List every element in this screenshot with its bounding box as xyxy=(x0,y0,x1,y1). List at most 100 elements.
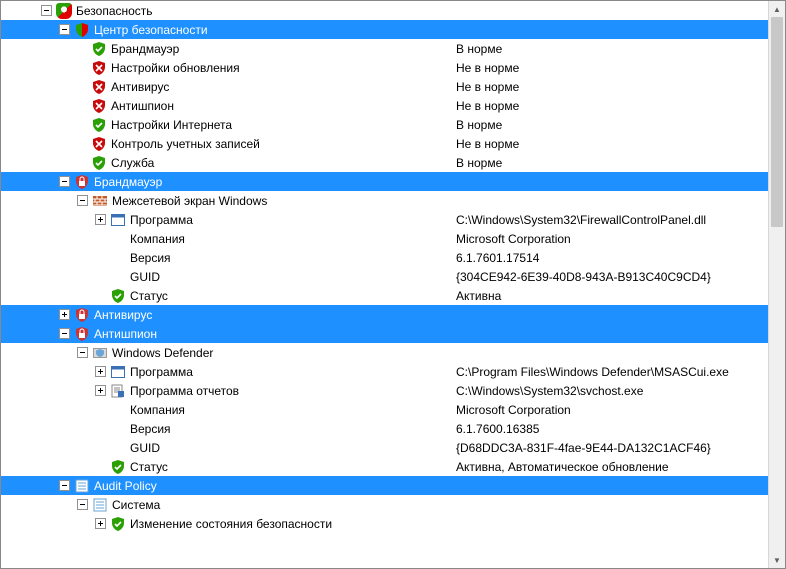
collapse-icon[interactable] xyxy=(59,24,70,35)
shield-red-icon xyxy=(91,79,107,95)
audit-system-row[interactable]: Система xyxy=(1,495,768,514)
audit-policy-header[interactable]: Audit Policy xyxy=(1,476,768,495)
shield-lock-icon xyxy=(74,174,90,190)
item-value: Не в норме xyxy=(456,137,523,151)
report-icon xyxy=(110,383,126,399)
shield-lock-icon xyxy=(74,307,90,323)
property-value: {304CE942-6E39-40D8-943A-B913C40C9CD4} xyxy=(456,270,715,284)
property-row[interactable]: Статус Активна, Автоматическое обновление xyxy=(1,457,768,476)
property-label: Статус xyxy=(130,289,172,303)
antispy-provider-row[interactable]: Windows Defender xyxy=(1,343,768,362)
property-label: Версия xyxy=(130,251,175,265)
antivirus-header[interactable]: Антивирус xyxy=(1,305,768,324)
shield-red-icon xyxy=(91,136,107,152)
collapse-icon[interactable] xyxy=(59,176,70,187)
security-center-header[interactable]: Центр безопасности xyxy=(1,20,768,39)
expand-icon[interactable] xyxy=(95,385,106,396)
property-label: Компания xyxy=(130,403,189,417)
property-row[interactable]: GUID {304CE942-6E39-40D8-943A-B913C40C9CD… xyxy=(1,267,768,286)
item-value: Не в норме xyxy=(456,61,523,75)
property-label: GUID xyxy=(130,270,164,284)
shield-green-icon xyxy=(110,288,126,304)
item-value: В норме xyxy=(456,118,506,132)
security-center-item[interactable]: Настройки обновленияНе в норме xyxy=(1,58,768,77)
property-label: Программа xyxy=(130,213,197,227)
firewall-provider-row[interactable]: Межсетевой экран Windows xyxy=(1,191,768,210)
item-label: Служба xyxy=(111,156,158,170)
collapse-icon[interactable] xyxy=(77,499,88,510)
collapse-icon[interactable] xyxy=(59,480,70,491)
audit-system-item-label: Изменение состояния безопасности xyxy=(130,517,336,531)
shield-red-icon xyxy=(91,98,107,114)
expand-icon[interactable] xyxy=(95,366,106,377)
expand-icon[interactable] xyxy=(59,309,70,320)
property-label: GUID xyxy=(130,441,164,455)
scroll-down-button[interactable]: ▼ xyxy=(769,552,785,568)
collapse-icon[interactable] xyxy=(77,347,88,358)
property-value: Активна xyxy=(456,289,505,303)
blank-icon xyxy=(110,269,126,285)
audit-system-item-row[interactable]: Изменение состояния безопасности xyxy=(1,514,768,533)
property-value: Microsoft Corporation xyxy=(456,403,575,417)
shield-green-icon xyxy=(91,155,107,171)
prop-sheet-icon xyxy=(92,497,108,513)
audit-label: Audit Policy xyxy=(94,479,161,493)
collapse-icon[interactable] xyxy=(41,5,52,16)
property-row[interactable]: Версия 6.1.7601.17514 xyxy=(1,248,768,267)
collapse-icon[interactable] xyxy=(59,328,70,339)
item-value: В норме xyxy=(456,156,506,170)
antispy-label: Антишпион xyxy=(94,327,161,341)
item-label: Настройки Интернета xyxy=(111,118,236,132)
audit-system-label: Система xyxy=(112,498,164,512)
item-value: Не в норме xyxy=(456,80,523,94)
property-label: Статус xyxy=(130,460,172,474)
property-value: C:\Windows\System32\FirewallControlPanel… xyxy=(456,213,710,227)
property-row[interactable]: Программа отчетов C:\Windows\System32\svc… xyxy=(1,381,768,400)
collapse-icon[interactable] xyxy=(77,195,88,206)
root-security-row[interactable]: Безопасность xyxy=(1,1,768,20)
property-row[interactable]: Компания Microsoft Corporation xyxy=(1,400,768,419)
scroll-track[interactable] xyxy=(769,17,785,552)
property-value: C:\Windows\System32\svchost.exe xyxy=(456,384,647,398)
shield-green-icon xyxy=(110,459,126,475)
property-row[interactable]: Версия6.1.7600.16385 xyxy=(1,419,768,438)
antispy-header[interactable]: Антишпион xyxy=(1,324,768,343)
security-center-item[interactable]: Настройки Интернета В норме xyxy=(1,115,768,134)
security-center-item[interactable]: Служба В норме xyxy=(1,153,768,172)
item-label: Брандмауэр xyxy=(111,42,183,56)
blank-icon xyxy=(110,402,126,418)
shield-green-icon xyxy=(91,117,107,133)
tree-view[interactable]: Безопасность Центр безопасности Брандмау… xyxy=(1,1,768,568)
expand-icon[interactable] xyxy=(95,214,106,225)
app-window-icon xyxy=(110,364,126,380)
security-center-item[interactable]: Антивирус Не в норме xyxy=(1,77,768,96)
expand-icon[interactable] xyxy=(95,518,106,529)
property-value: Активна, Автоматическое обновление xyxy=(456,460,673,474)
security-center-item[interactable]: Брандмауэр В норме xyxy=(1,39,768,58)
item-value: В норме xyxy=(456,42,506,56)
vertical-scrollbar[interactable]: ▲ ▼ xyxy=(768,1,785,568)
root-label: Безопасность xyxy=(76,4,157,18)
property-row[interactable]: КомпанияMicrosoft Corporation xyxy=(1,229,768,248)
shield-colorful-icon xyxy=(74,22,90,38)
shield-red-icon xyxy=(91,60,107,76)
property-row[interactable]: Статус Активна xyxy=(1,286,768,305)
security-center-item[interactable]: АнтишпионНе в норме xyxy=(1,96,768,115)
blank-icon xyxy=(110,421,126,437)
property-label: Программа отчетов xyxy=(130,384,243,398)
blank-icon xyxy=(110,250,126,266)
shield-green-icon xyxy=(110,516,126,532)
scroll-up-button[interactable]: ▲ xyxy=(769,1,785,17)
item-label: Антивирус xyxy=(111,80,173,94)
scroll-thumb[interactable] xyxy=(771,17,783,227)
property-row[interactable]: Программа C:\Windows\System32\FirewallCon… xyxy=(1,210,768,229)
property-row[interactable]: GUID {D68DDC3A-831F-4fae-9E44-DA132C1ACF4… xyxy=(1,438,768,457)
app-window-icon xyxy=(110,212,126,228)
property-value: 6.1.7601.17514 xyxy=(456,251,543,265)
property-row[interactable]: ПрограммаC:\Program Files\Windows Defend… xyxy=(1,362,768,381)
blank-icon xyxy=(110,231,126,247)
security-center-item[interactable]: Контроль учетных записейНе в норме xyxy=(1,134,768,153)
property-value: {D68DDC3A-831F-4fae-9E44-DA132C1ACF46} xyxy=(456,441,715,455)
defender-icon xyxy=(92,345,108,361)
firewall-header[interactable]: Брандмауэр xyxy=(1,172,768,191)
